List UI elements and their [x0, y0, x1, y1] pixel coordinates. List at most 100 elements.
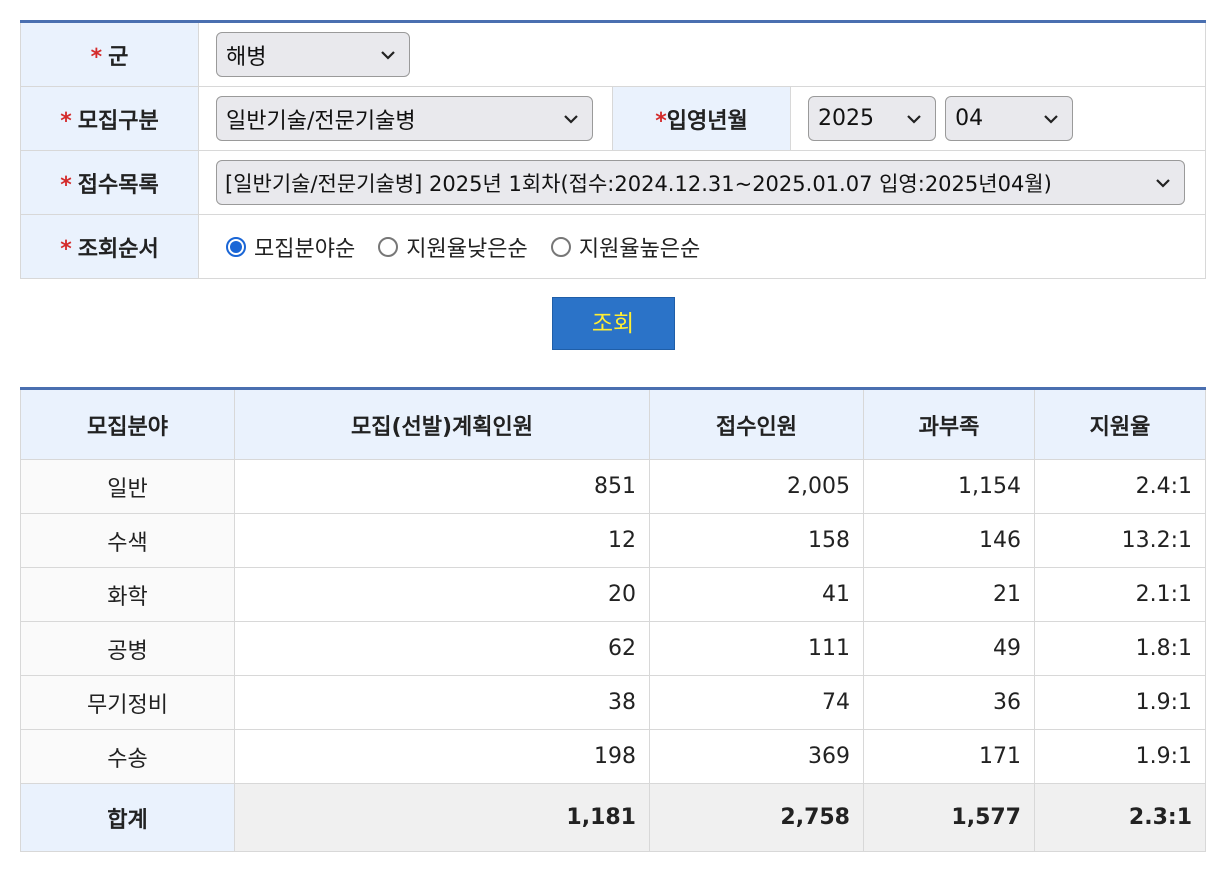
application-list-select-value: [일반기술/전문기술병] 2025년 1회차(접수:2024.12.31~202…	[225, 171, 1052, 196]
cell-planned: 38	[234, 675, 650, 730]
sort-radio-high-rate-label: 지원율높은순	[578, 236, 701, 262]
required-mark: *	[90, 44, 103, 70]
header-ratio: 지원율	[1034, 388, 1206, 460]
enlist-month-label-text: 입영년월	[666, 108, 748, 134]
sort-order-label: * 조회순서	[20, 214, 199, 279]
required-mark: *	[60, 236, 72, 262]
header-applied: 접수인원	[649, 388, 864, 460]
cell-field: 수송	[20, 729, 235, 784]
search-button[interactable]: 조회	[551, 297, 675, 350]
total-planned: 1,181	[234, 783, 650, 852]
total-applied: 2,758	[649, 783, 864, 852]
header-diff: 과부족	[863, 388, 1035, 460]
search-form: * 군 해병 * 모집구분 일반기술/전문기술병 *입영년월 2025 04 *…	[20, 20, 1206, 279]
cell-ratio: 2.1:1	[1034, 567, 1206, 622]
recruit-type-label-text: 모집구분	[77, 108, 159, 134]
button-row: 조회	[20, 279, 1206, 387]
table-row: 수색 12 158 146 13.2:1	[20, 513, 1206, 568]
cell-diff: 1,154	[863, 459, 1035, 514]
chevron-down-icon	[381, 50, 395, 60]
enlist-month-value: 04	[955, 106, 984, 131]
sort-order-row: * 조회순서 모집분야순 지원율낮은순 지원율높은순	[20, 214, 1206, 279]
table-row: 화학 20 41 21 2.1:1	[20, 567, 1206, 622]
table-row: 일반 851 2,005 1,154 2.4:1	[20, 459, 1206, 514]
recruit-type-select[interactable]: 일반기술/전문기술병	[216, 96, 593, 141]
required-mark: *	[60, 108, 72, 134]
radio-icon	[550, 236, 571, 257]
total-diff: 1,577	[863, 783, 1035, 852]
cell-planned: 198	[234, 729, 650, 784]
enlist-month-select[interactable]: 04	[945, 96, 1074, 141]
cell-applied: 74	[649, 675, 864, 730]
enlist-month-label: *입영년월	[612, 86, 791, 151]
chevron-down-icon	[1156, 178, 1170, 188]
branch-select-value: 해병	[226, 44, 267, 70]
cell-ratio: 13.2:1	[1034, 513, 1206, 568]
application-list-label-text: 접수목록	[77, 172, 159, 198]
cell-field: 공병	[20, 621, 235, 676]
page: * 군 해병 * 모집구분 일반기술/전문기술병 *입영년월 2025 04 *…	[20, 20, 1206, 852]
results-header-row: 모집분야 모집(선발)계획인원 접수인원 과부족 지원율	[20, 388, 1206, 460]
sort-radio-low-rate-label: 지원율낮은순	[406, 236, 528, 262]
application-list-label: * 접수목록	[20, 150, 199, 215]
cell-ratio: 1.8:1	[1034, 621, 1206, 676]
cell-diff: 36	[863, 675, 1035, 730]
enlist-month-value-cell: 2025 04	[790, 86, 1206, 151]
cell-applied: 369	[649, 729, 864, 784]
cell-ratio: 2.4:1	[1034, 459, 1206, 514]
recruit-type-select-value: 일반기술/전문기술병	[226, 108, 416, 134]
cell-applied: 158	[649, 513, 864, 568]
branch-label: * 군	[20, 21, 199, 87]
sort-radio-field-label: 모집분야순	[254, 236, 356, 262]
cell-planned: 851	[234, 459, 650, 514]
sort-radio-low-rate[interactable]: 지원율낮은순	[378, 231, 528, 263]
cell-field: 화학	[20, 567, 235, 622]
recruit-type-value-cell: 일반기술/전문기술병	[198, 86, 613, 151]
cell-field: 수색	[20, 513, 235, 568]
required-mark: *	[60, 172, 72, 198]
table-row: 수송 198 369 171 1.9:1	[20, 729, 1206, 784]
total-row: 합계 1,181 2,758 1,577 2.3:1	[20, 783, 1206, 852]
radio-icon	[378, 236, 399, 257]
application-list-row: * 접수목록 [일반기술/전문기술병] 2025년 1회차(접수:2024.12.…	[20, 150, 1206, 215]
cell-diff: 171	[863, 729, 1035, 784]
results-table: 모집분야 모집(선발)계획인원 접수인원 과부족 지원율 일반 851 2,00…	[20, 387, 1206, 852]
branch-label-text: 군	[108, 44, 129, 70]
sort-radio-high-rate[interactable]: 지원율높은순	[550, 231, 701, 263]
application-list-select[interactable]: [일반기술/전문기술병] 2025년 1회차(접수:2024.12.31~202…	[216, 160, 1185, 205]
cell-planned: 62	[234, 621, 650, 676]
header-field: 모집분야	[20, 388, 235, 460]
branch-row: * 군 해병	[20, 21, 1206, 87]
chevron-down-icon	[564, 114, 578, 124]
chevron-down-icon	[907, 114, 921, 124]
radio-selected-icon	[226, 236, 246, 257]
sort-order-value-cell: 모집분야순 지원율낮은순 지원율높은순	[198, 214, 1206, 279]
enlist-year-value: 2025	[818, 106, 874, 131]
required-mark: *	[655, 108, 667, 134]
cell-applied: 2,005	[649, 459, 864, 514]
branch-select[interactable]: 해병	[216, 32, 410, 77]
table-row: 공병 62 111 49 1.8:1	[20, 621, 1206, 676]
cell-applied: 111	[649, 621, 864, 676]
total-field: 합계	[20, 783, 235, 852]
recruit-type-label: * 모집구분	[20, 86, 199, 151]
header-planned: 모집(선발)계획인원	[234, 388, 650, 460]
branch-value-cell: 해병	[198, 21, 1206, 87]
table-row: 무기정비 38 74 36 1.9:1	[20, 675, 1206, 730]
cell-diff: 49	[863, 621, 1035, 676]
application-list-value-cell: [일반기술/전문기술병] 2025년 1회차(접수:2024.12.31~202…	[198, 150, 1206, 215]
cell-field: 일반	[20, 459, 235, 514]
chevron-down-icon	[1044, 114, 1058, 124]
cell-diff: 21	[863, 567, 1035, 622]
recruit-type-row: * 모집구분 일반기술/전문기술병 *입영년월 2025 04	[20, 86, 1206, 151]
enlist-year-select[interactable]: 2025	[808, 96, 936, 141]
cell-applied: 41	[649, 567, 864, 622]
cell-ratio: 1.9:1	[1034, 675, 1206, 730]
sort-order-label-text: 조회순서	[77, 236, 159, 262]
cell-diff: 146	[863, 513, 1035, 568]
cell-field: 무기정비	[20, 675, 235, 730]
cell-planned: 12	[234, 513, 650, 568]
cell-planned: 20	[234, 567, 650, 622]
cell-ratio: 1.9:1	[1034, 729, 1206, 784]
sort-radio-field[interactable]: 모집분야순	[226, 231, 355, 263]
